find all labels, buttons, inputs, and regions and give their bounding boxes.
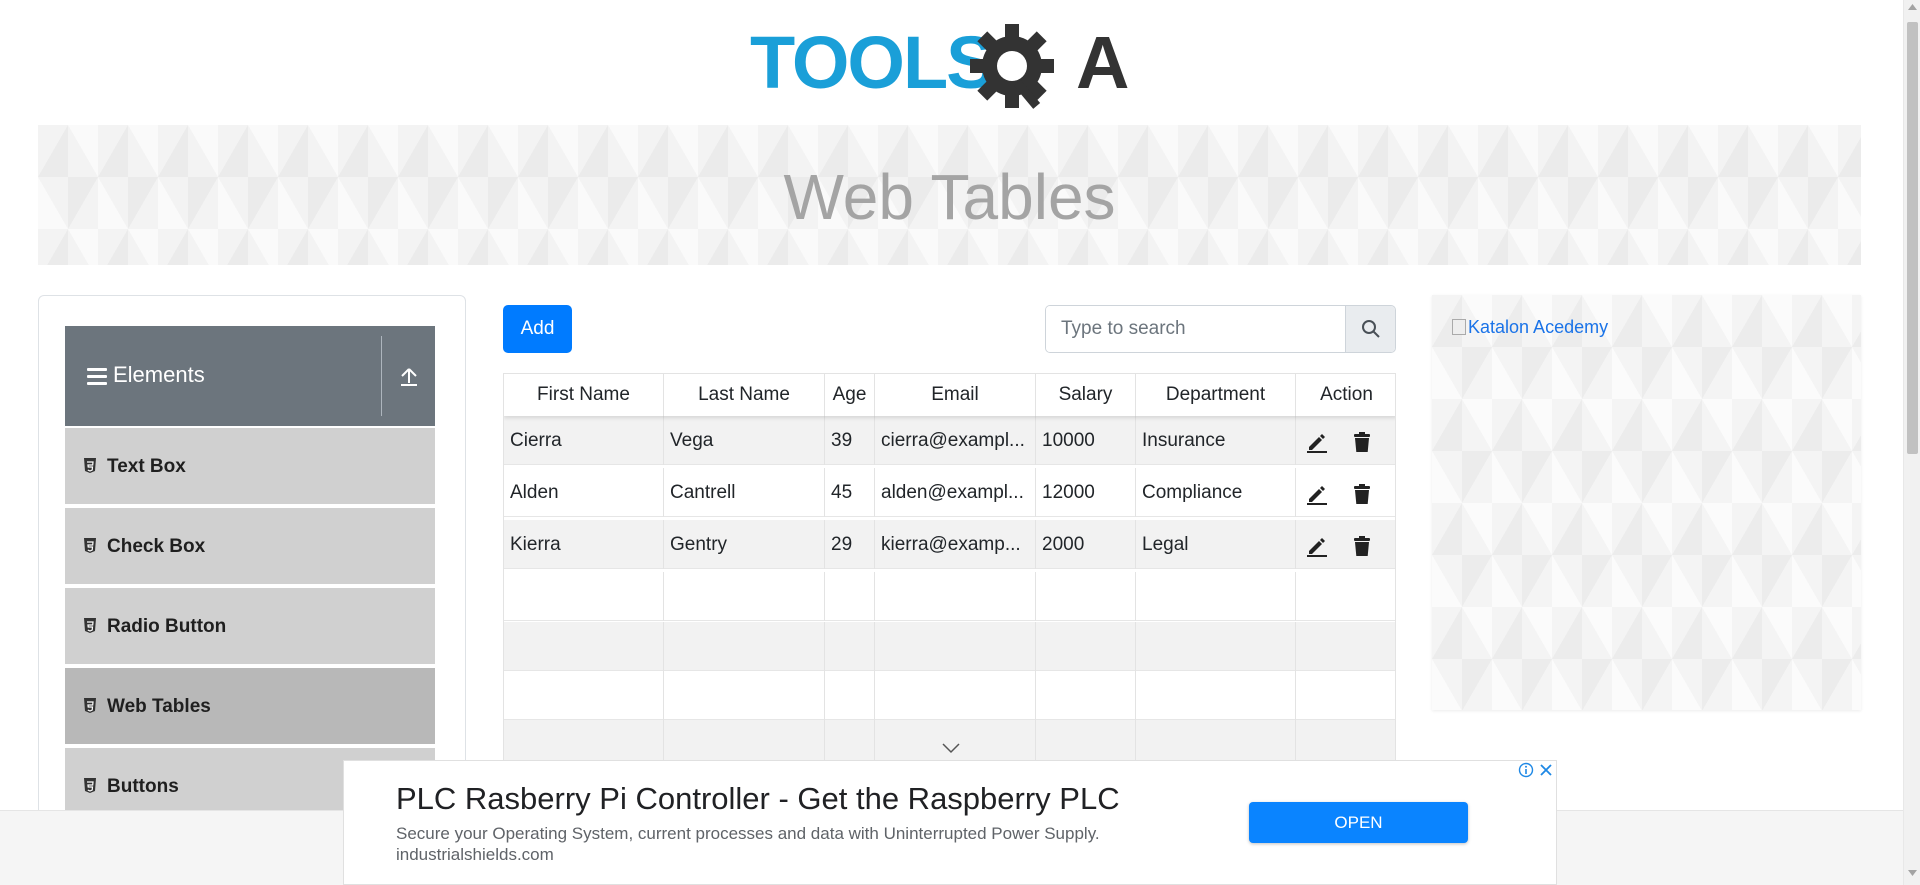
- table-row: Kierra Gentry 29 kierra@examp... 2000 Le…: [504, 520, 1395, 569]
- table-row: Alden Cantrell 45 alden@exampl... 12000 …: [504, 468, 1395, 517]
- sidebar-item-text-box[interactable]: Text Box: [65, 428, 435, 506]
- sidebar-item-label: Text Box: [107, 456, 186, 477]
- edit-icon[interactable]: [1305, 534, 1329, 558]
- group-title: Elements: [113, 362, 205, 387]
- search-button[interactable]: [1345, 306, 1395, 352]
- divider: [381, 336, 382, 416]
- delete-icon[interactable]: [1350, 482, 1374, 506]
- logo-text-right: A: [1076, 21, 1129, 104]
- column-header-email[interactable]: Email: [875, 374, 1036, 416]
- web-table: First Name Last Name Age Email Salary De…: [503, 373, 1396, 775]
- info-icon[interactable]: [1518, 762, 1534, 778]
- sidebar-item-web-tables[interactable]: Web Tables: [65, 668, 435, 746]
- hamburger-icon: [87, 368, 107, 386]
- page-banner: Web Tables: [38, 125, 1861, 265]
- sidebar-item-label: Web Tables: [107, 696, 211, 717]
- delete-icon[interactable]: [1350, 534, 1374, 558]
- html5-icon: [84, 778, 96, 793]
- column-header-age[interactable]: Age: [825, 374, 875, 416]
- sidebar-ad[interactable]: Katalon Acedemy: [1432, 295, 1861, 710]
- cell-first-name: Cierra: [504, 416, 664, 465]
- cell-first-name: Alden: [504, 468, 664, 517]
- edit-icon[interactable]: [1305, 482, 1329, 506]
- cell-last-name: Gentry: [664, 520, 825, 569]
- cell-department: Compliance: [1136, 468, 1296, 517]
- search-box: [1045, 305, 1396, 353]
- edit-icon[interactable]: [1305, 430, 1329, 454]
- cell-first-name: Kierra: [504, 520, 664, 569]
- table-header: First Name Last Name Age Email Salary De…: [504, 374, 1395, 416]
- cell-age: 39: [825, 416, 875, 465]
- cell-salary: 10000: [1036, 416, 1136, 465]
- broken-image-icon: [1452, 319, 1466, 335]
- toolsqa-logo[interactable]: TOOLS A: [750, 18, 1155, 114]
- table-row-empty: [504, 572, 1395, 621]
- cell-salary: 12000: [1036, 468, 1136, 517]
- ad-open-button[interactable]: OPEN: [1249, 802, 1468, 843]
- cell-age: 29: [825, 520, 875, 569]
- cell-action: [1296, 416, 1395, 465]
- column-header-salary[interactable]: Salary: [1036, 374, 1136, 416]
- cell-email: kierra@examp...: [875, 520, 1036, 569]
- search-input[interactable]: [1046, 306, 1346, 352]
- column-header-last-name[interactable]: Last Name: [664, 374, 825, 416]
- table-row: Cierra Vega 39 cierra@exampl... 10000 In…: [504, 416, 1395, 465]
- search-icon: [1362, 320, 1380, 338]
- cell-last-name: Cantrell: [664, 468, 825, 517]
- cell-age: 45: [825, 468, 875, 517]
- cell-department: Insurance: [1136, 416, 1296, 465]
- scroll-down-icon[interactable]: [1908, 870, 1917, 876]
- table-row-empty: [504, 622, 1395, 671]
- ad-url[interactable]: industrialshields.com: [396, 845, 554, 865]
- delete-icon[interactable]: [1350, 430, 1374, 454]
- sidebar-item-radio-button[interactable]: Radio Button: [65, 588, 435, 666]
- close-icon[interactable]: [1538, 762, 1554, 778]
- broken-image-link[interactable]: Katalon Acedemy: [1452, 317, 1608, 338]
- column-header-action[interactable]: Action: [1296, 374, 1395, 416]
- sidebar-item-label: Check Box: [107, 536, 206, 557]
- scroll-up-icon[interactable]: [1908, 4, 1917, 10]
- cell-email: cierra@exampl...: [875, 416, 1036, 465]
- html5-icon: [84, 698, 96, 713]
- bottom-ad-banner[interactable]: PLC Rasberry Pi Controller - Get the Ras…: [343, 760, 1557, 885]
- page-scrollbar[interactable]: [1903, 0, 1920, 885]
- page-title: Web Tables: [783, 161, 1116, 233]
- sidebar-item-check-box[interactable]: Check Box: [65, 508, 435, 586]
- column-header-department[interactable]: Department: [1136, 374, 1296, 416]
- collapse-up-icon[interactable]: [397, 364, 421, 388]
- ad-alt-text: Katalon Acedemy: [1468, 317, 1609, 337]
- html5-icon: [84, 538, 96, 553]
- html5-icon: [84, 458, 96, 473]
- chevron-down-icon[interactable]: [941, 742, 961, 754]
- group-header-elements[interactable]: Elements: [65, 326, 435, 426]
- cell-action: [1296, 520, 1395, 569]
- add-button[interactable]: Add: [503, 305, 572, 353]
- sidebar-item-label: Radio Button: [107, 616, 227, 637]
- cell-department: Legal: [1136, 520, 1296, 569]
- logo-text-left: TOOLS: [750, 21, 994, 104]
- html5-icon: [84, 618, 96, 633]
- table-row-empty: [504, 671, 1395, 720]
- cell-last-name: Vega: [664, 416, 825, 465]
- scroll-thumb[interactable]: [1907, 22, 1918, 454]
- page: TOOLS A Web Tables Elements Text Box Che…: [0, 0, 1920, 885]
- cell-email: alden@exampl...: [875, 468, 1036, 517]
- ad-description: Secure your Operating System, current pr…: [396, 824, 1100, 843]
- ad-title[interactable]: PLC Rasberry Pi Controller - Get the Ras…: [396, 781, 1120, 817]
- sidebar-item-label: Buttons: [107, 776, 179, 797]
- cell-action: [1296, 468, 1395, 517]
- cell-salary: 2000: [1036, 520, 1136, 569]
- column-header-first-name[interactable]: First Name: [504, 374, 664, 416]
